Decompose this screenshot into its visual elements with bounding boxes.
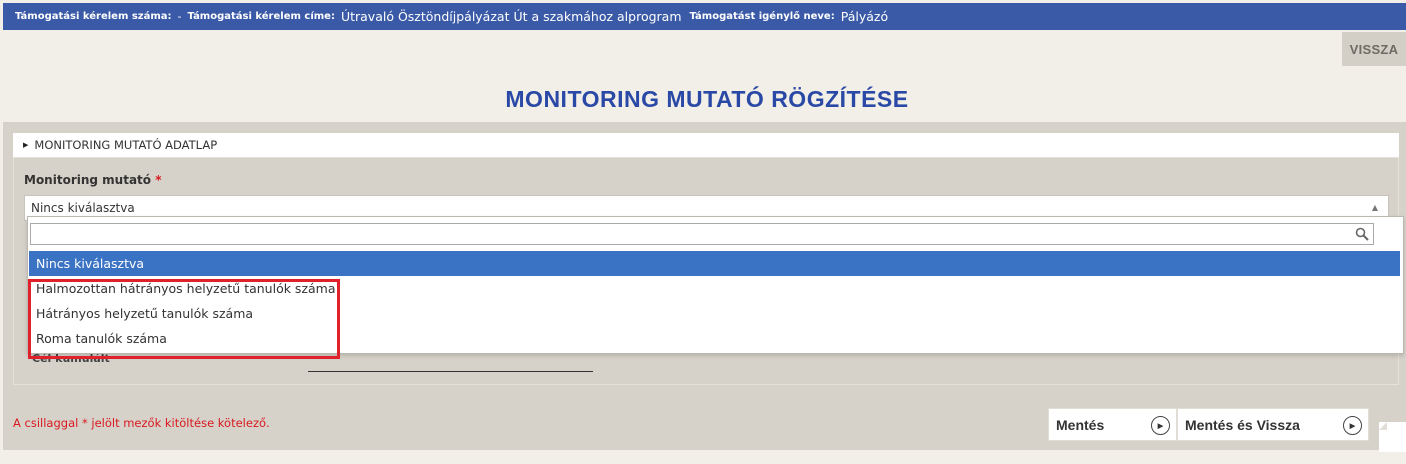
save-button[interactable]: Mentés ▶	[1048, 408, 1177, 441]
section-title: MONITORING MUTATÓ ADATLAP	[34, 138, 218, 152]
request-title-label: Támogatási kérelem címe:	[187, 11, 335, 22]
applicant-label: Támogatást igénylő neve:	[689, 11, 835, 22]
search-icon	[1355, 227, 1369, 241]
save-and-back-button[interactable]: Mentés és Vissza ▶	[1177, 408, 1369, 441]
select-value: Nincs kiválasztva	[31, 201, 135, 215]
back-button[interactable]: VISSZA	[1342, 32, 1406, 66]
highlight-annotation	[28, 279, 340, 359]
expand-triangle-icon: ▶	[23, 141, 29, 149]
applicant-value: Pályázó	[840, 9, 889, 24]
field-underline	[308, 371, 593, 372]
dropdown-search-input[interactable]	[30, 223, 1374, 245]
arrow-right-circle-icon: ▶	[1151, 416, 1170, 435]
section-header[interactable]: ▶ MONITORING MUTATÓ ADATLAP	[13, 133, 1399, 157]
page-title: MONITORING MUTATÓ RÖGZÍTÉSE	[505, 86, 909, 112]
required-mark: *	[155, 173, 162, 187]
request-number-value: -	[177, 10, 182, 23]
caret-up-icon: ▲	[1371, 203, 1378, 212]
page-curl-corner	[1379, 422, 1406, 452]
request-info-bar: Támogatási kérelem száma: - Támogatási k…	[3, 3, 1406, 30]
request-number-label: Támogatási kérelem száma:	[15, 11, 172, 22]
arrow-right-circle-icon: ▶	[1343, 416, 1362, 435]
monitoring-indicator-label: Monitoring mutató *	[24, 173, 162, 187]
dropdown-option-none[interactable]: Nincs kiválasztva	[29, 251, 1400, 276]
save-and-back-label: Mentés és Vissza	[1185, 416, 1300, 433]
save-button-label: Mentés	[1056, 416, 1105, 433]
request-title-value: Útravaló Ösztöndíjpályázat Út a szakmáho…	[340, 9, 682, 24]
field-label-text: Monitoring mutató	[24, 173, 152, 187]
required-fields-note: A csillaggal * jelölt mezők kitöltése kö…	[13, 416, 270, 430]
